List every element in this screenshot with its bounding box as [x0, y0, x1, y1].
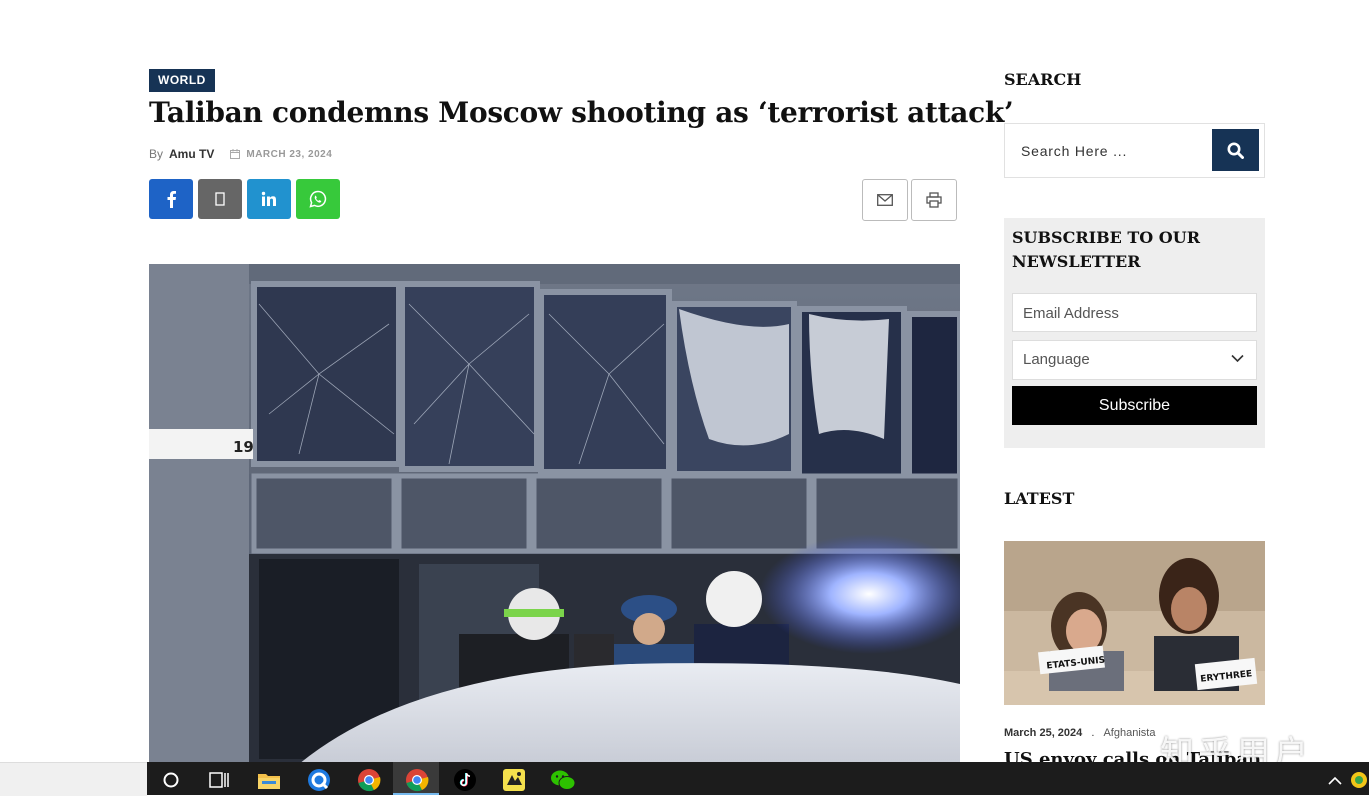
language-select-label: Language	[1023, 351, 1090, 368]
article-date: MARCH 23, 2024	[246, 148, 333, 160]
cortana-search-icon[interactable]	[158, 767, 184, 793]
facebook-icon	[167, 191, 176, 208]
taskbar-left-blank	[0, 762, 147, 796]
share-email-button[interactable]	[862, 179, 908, 221]
article-meta: By Amu TV MARCH 23, 2024	[149, 147, 332, 161]
app-icon[interactable]	[501, 767, 527, 793]
search-input[interactable]	[1019, 138, 1203, 164]
browser-q-icon[interactable]	[306, 767, 332, 793]
chrome-icon-active[interactable]	[404, 767, 430, 793]
file-explorer-icon[interactable]	[256, 767, 282, 793]
share-whatsapp-button[interactable]	[296, 179, 340, 219]
article-hero-image: 19	[149, 264, 960, 764]
search-button[interactable]	[1212, 129, 1259, 171]
subscribe-button[interactable]: Subscribe	[1012, 386, 1257, 425]
search-heading: SEARCH	[1004, 70, 1082, 89]
chrome-icon[interactable]	[356, 767, 382, 793]
hero-photo: 19	[149, 264, 960, 764]
by-label: By	[149, 147, 164, 161]
chevron-up-icon[interactable]	[1322, 767, 1348, 793]
print-button[interactable]	[911, 179, 957, 221]
latest-photo: ETATS-UNIS ERYTHREE	[1004, 541, 1265, 705]
newsletter-heading: SUBSCRIBE TO OUR NEWSLETTER	[1012, 228, 1200, 271]
share-facebook-button[interactable]	[149, 179, 193, 219]
newsletter-widget: SUBSCRIBE TO OUR NEWSLETTER Email Addres…	[1004, 218, 1265, 448]
mail-icon	[877, 194, 893, 206]
latest-article-image[interactable]: ETATS-UNIS ERYTHREE	[1004, 541, 1265, 705]
search-icon	[1227, 142, 1244, 159]
share-linkedin-button[interactable]	[247, 179, 291, 219]
chevron-down-icon	[1231, 354, 1244, 363]
tiktok-icon[interactable]	[452, 767, 478, 793]
latest-item-meta: March 25, 2024 . Afghanista	[1004, 727, 1155, 739]
author-link[interactable]: Amu TV	[169, 147, 214, 161]
calendar-icon	[230, 149, 241, 159]
wechat-icon[interactable]	[550, 767, 576, 793]
linkedin-icon	[261, 191, 276, 206]
article-title: Taliban condemns Moscow shooting as ‘ter…	[149, 96, 1014, 129]
meta-separator: .	[1091, 727, 1095, 739]
status-icon[interactable]	[1346, 767, 1369, 793]
search-form	[1004, 123, 1265, 178]
print-icon	[926, 192, 942, 208]
x-icon	[215, 192, 225, 206]
latest-item-category[interactable]: Afghanista	[1103, 727, 1155, 739]
latest-item-date: March 25, 2024	[1004, 727, 1083, 739]
category-badge[interactable]: WORLD	[149, 69, 215, 92]
newsletter-email-input[interactable]: Email Address	[1012, 293, 1257, 332]
share-x-button[interactable]	[198, 179, 242, 219]
whatsapp-icon	[309, 190, 327, 208]
latest-heading: LATEST	[1004, 489, 1075, 508]
task-view-icon[interactable]	[206, 767, 232, 793]
language-select[interactable]: Language	[1012, 340, 1257, 380]
street-sign-number: 19	[233, 438, 254, 456]
